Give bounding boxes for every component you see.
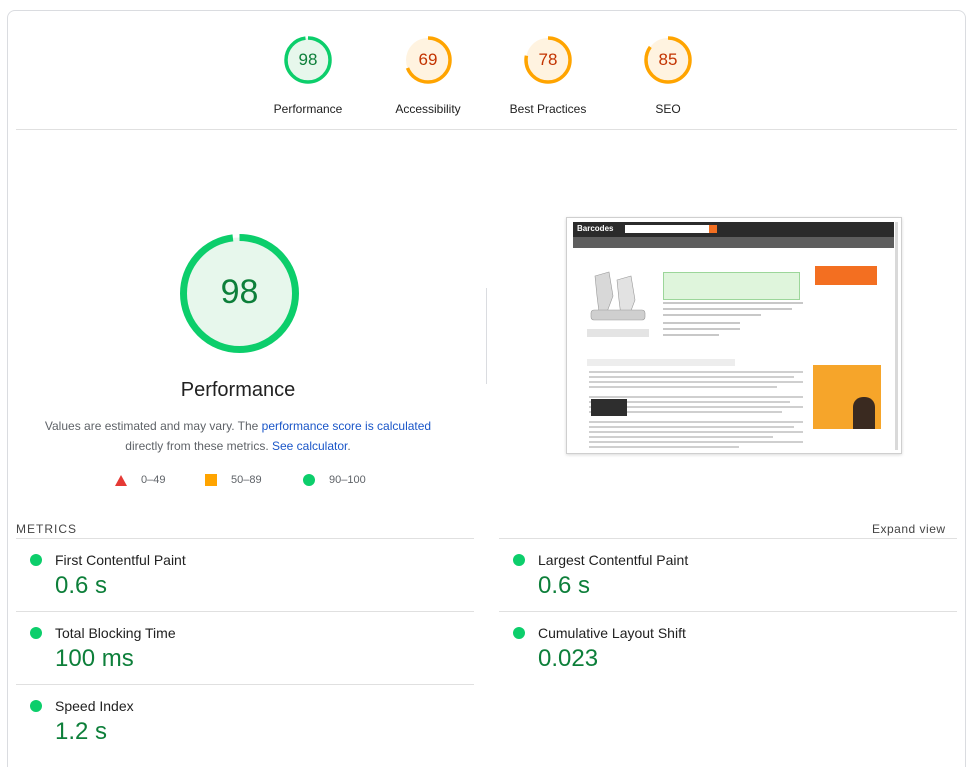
thumb-logo: Barcodes — [577, 224, 614, 233]
gauge-ring: 85 — [643, 35, 693, 85]
thumb-scrollbar — [895, 222, 898, 450]
legend-pass-label: 90–100 — [329, 474, 366, 486]
expand-view-button[interactable]: Expand view — [872, 522, 946, 536]
report-card: 98 Performance 69 Accessibility 78 Best … — [7, 10, 966, 767]
metric-value: 0.023 — [538, 645, 599, 672]
gauge-label: Accessibility — [395, 102, 461, 116]
metric-value: 0.6 s — [538, 572, 591, 599]
gauge-seo[interactable]: 85 SEO — [608, 35, 728, 116]
thumb-text — [663, 302, 803, 340]
performance-score: 98 — [220, 273, 259, 311]
gauge-label: SEO — [655, 102, 681, 116]
desc-text: Values are estimated and may vary. The — [44, 419, 262, 433]
gauge-ring: 69 — [403, 35, 453, 85]
metric-total-blocking-time: Total Blocking Time 100 ms — [16, 611, 474, 685]
metric-value: 1.2 s — [55, 718, 108, 745]
pass-circle-icon — [30, 627, 42, 639]
metric-cumulative-layout-shift: Cumulative Layout Shift 0.023 — [499, 611, 957, 685]
metric-label: Largest Contentful Paint — [538, 552, 689, 568]
final-screenshot[interactable]: Barcodes — [566, 217, 902, 454]
score-gauges: 98 Performance 69 Accessibility 78 Best … — [8, 35, 965, 135]
gauge-score: 98 — [298, 50, 318, 69]
performance-description: Values are estimated and may vary. The p… — [38, 416, 438, 456]
thumb-notice — [663, 272, 800, 300]
triangle-icon — [115, 474, 127, 486]
metric-label: Total Blocking Time — [55, 625, 176, 641]
performance-gauge: 98 — [178, 232, 301, 355]
desc-text: . — [347, 439, 351, 453]
pass-circle-icon — [30, 700, 42, 712]
metric-label: Speed Index — [55, 698, 134, 714]
metric-label: Cumulative Layout Shift — [538, 625, 686, 641]
see-calculator-link[interactable]: See calculator — [272, 439, 347, 453]
metric-value: 100 ms — [55, 645, 134, 672]
pass-circle-icon — [513, 627, 525, 639]
gauge-ring: 98 — [283, 35, 333, 85]
divider — [16, 129, 957, 130]
legend-pass: 90–100 — [303, 474, 366, 486]
gauge-performance[interactable]: 98 Performance — [248, 35, 368, 116]
circle-icon — [303, 474, 315, 486]
thumb-product-image — [587, 266, 649, 326]
metric-first-contentful-paint: First Contentful Paint 0.6 s — [16, 538, 474, 612]
score-calculated-link[interactable]: performance score is calculated — [262, 419, 431, 433]
thumb-gallery — [587, 329, 649, 337]
legend-fail-label: 0–49 — [141, 474, 166, 486]
thumb-search-icon — [709, 225, 717, 233]
vertical-divider — [486, 288, 487, 384]
gauge-score: 85 — [658, 50, 678, 69]
legend-average-label: 50–89 — [231, 474, 262, 486]
desc-text: directly from these metrics. — [125, 439, 272, 453]
legend-average: 50–89 — [205, 474, 262, 486]
thumb-tabs — [587, 359, 735, 366]
gauge-label: Performance — [273, 102, 343, 116]
legend-fail: 0–49 — [115, 474, 165, 486]
gauge-ring: 78 — [523, 35, 573, 85]
gauge-accessibility[interactable]: 69 Accessibility — [368, 35, 488, 116]
gauge-score: 69 — [418, 50, 438, 69]
gauge-best-practices[interactable]: 78 Best Practices — [488, 35, 608, 116]
pass-circle-icon — [30, 554, 42, 566]
metric-label: First Contentful Paint — [55, 552, 186, 568]
thumb-search — [625, 225, 709, 233]
thumb-cta — [815, 266, 877, 285]
thumb-header: Barcodes — [573, 222, 894, 237]
thumb-ad — [813, 365, 881, 429]
pass-circle-icon — [513, 554, 525, 566]
metric-largest-contentful-paint: Largest Contentful Paint 0.6 s — [499, 538, 957, 612]
score-legend: 0–49 50–89 90–100 — [8, 474, 478, 490]
thumb-video — [591, 399, 627, 416]
gauge-score: 78 — [538, 50, 558, 69]
gauge-label: Best Practices — [509, 102, 587, 116]
performance-title: Performance — [180, 379, 296, 401]
thumb-nav — [573, 237, 894, 248]
metric-speed-index: Speed Index 1.2 s — [16, 684, 474, 758]
metric-value: 0.6 s — [55, 572, 108, 599]
square-icon — [205, 474, 217, 486]
thumb-ad-person — [853, 397, 875, 429]
metrics-heading: METRICS — [16, 522, 77, 536]
